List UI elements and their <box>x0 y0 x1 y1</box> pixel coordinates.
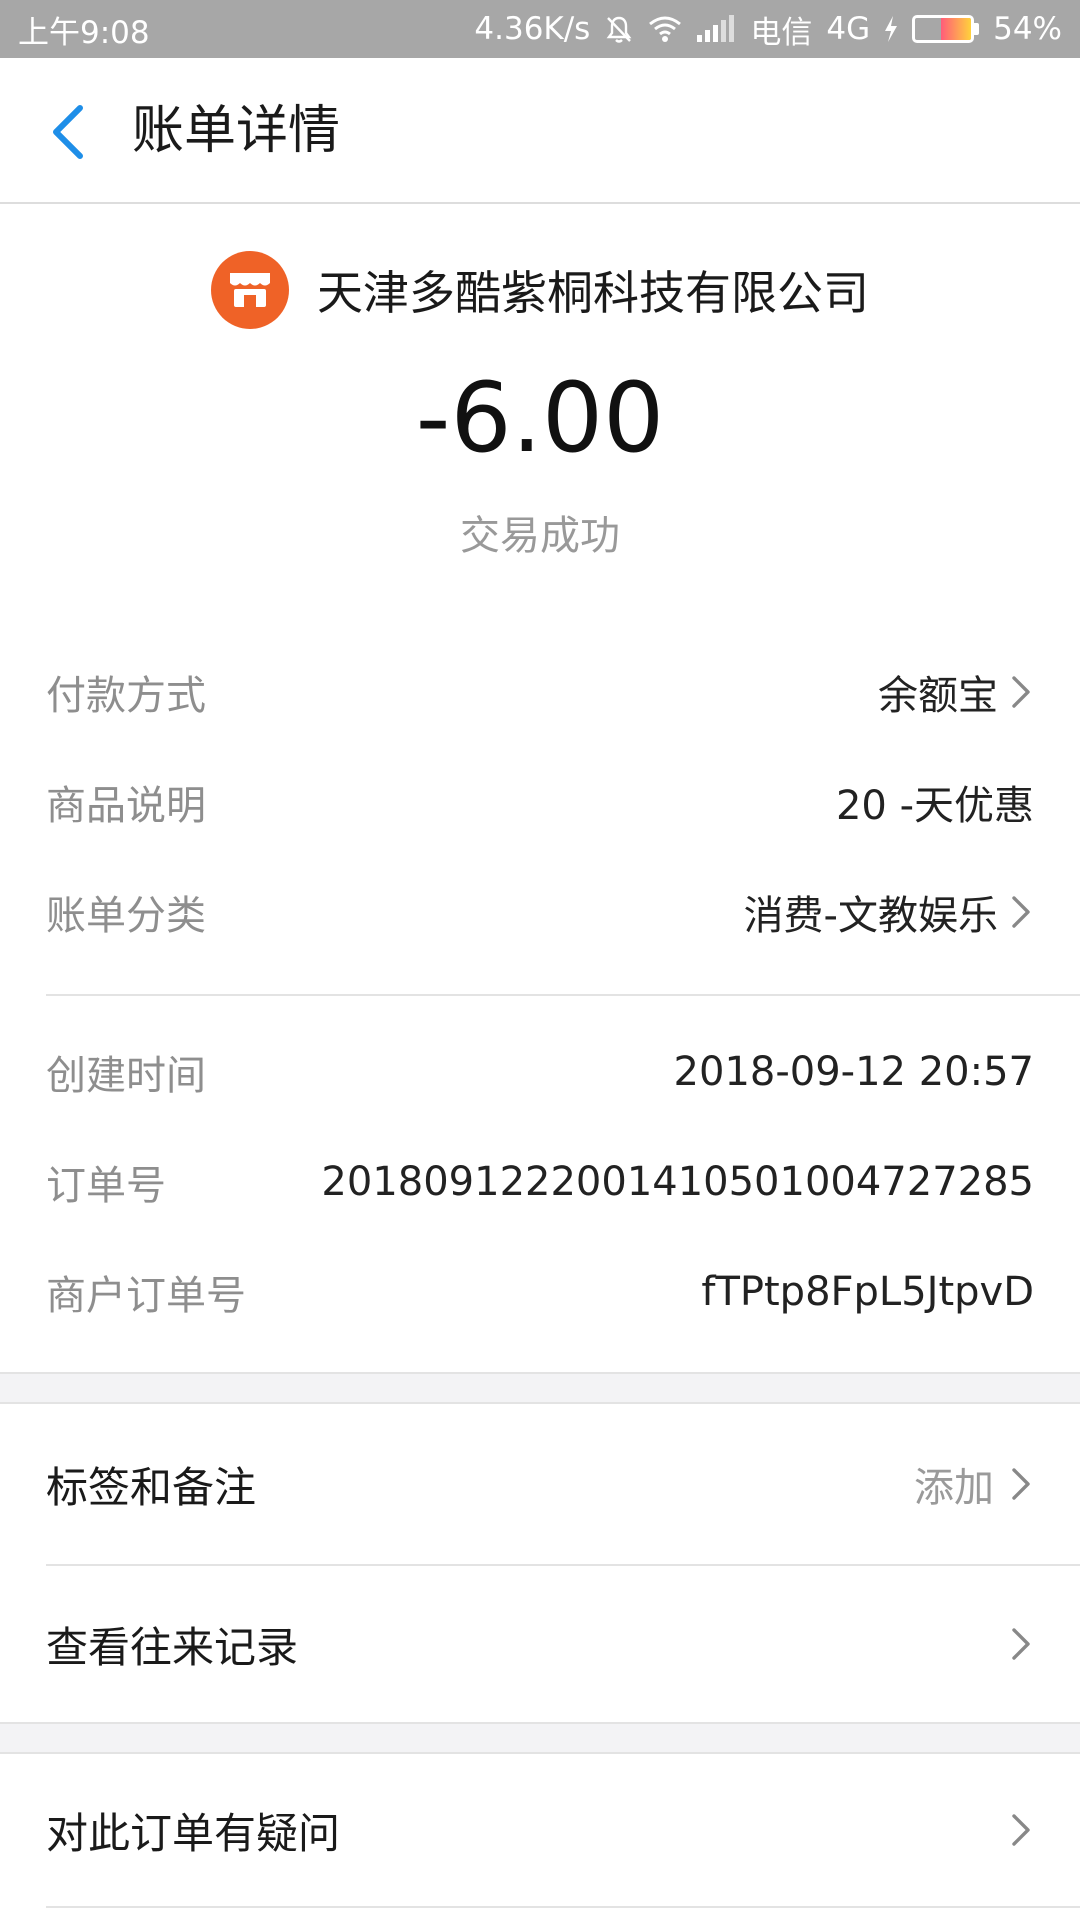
detail-value: 余额宝 <box>878 673 998 719</box>
divider <box>46 1906 1080 1908</box>
tags-and-notes-row[interactable]: 标签和备注 添加 <box>46 1434 1034 1534</box>
chevron-right-icon <box>1008 892 1034 932</box>
detail-value: 20 -天优惠 <box>835 783 1034 829</box>
detail-label: 商品说明 <box>46 783 206 829</box>
transaction-status: 交易成功 <box>460 513 620 559</box>
detail-label: 付款方式 <box>46 673 206 719</box>
transaction-amount: -6.00 <box>415 362 665 474</box>
detail-value: 2018-09-12 20:57 <box>673 1049 1034 1095</box>
status-time: 上午9:08 <box>18 14 150 51</box>
charging-bolt-icon <box>884 16 898 42</box>
detail-value: 消费-文教娱乐 <box>743 893 998 939</box>
battery-icon <box>912 15 980 43</box>
page-title: 账单详情 <box>132 101 341 161</box>
back-button[interactable] <box>40 100 96 164</box>
action-label: 查看往来记录 <box>46 1622 299 1672</box>
order-question-row[interactable]: 对此订单有疑问 <box>46 1780 1034 1880</box>
detail-row-bill-category[interactable]: 账单分类 消费-文教娱乐 <box>46 872 1034 952</box>
merchant-info: 天津多酷紫桐科技有限公司 <box>0 248 1080 332</box>
detail-row-created-time: 创建时间 2018-09-12 20:57 <box>46 1032 1034 1112</box>
signal-icon <box>696 15 736 43</box>
chevron-right-icon <box>1008 1624 1034 1664</box>
chevron-right-icon <box>1008 1464 1034 1504</box>
view-history-row[interactable]: 查看往来记录 <box>46 1594 1034 1694</box>
detail-row-payment-method[interactable]: 付款方式 余额宝 <box>46 652 1034 732</box>
action-label: 标签和备注 <box>46 1462 257 1512</box>
detail-row-order-number: 订单号 2018091222001410501004727285 <box>46 1142 1034 1222</box>
section-separator <box>0 1722 1080 1754</box>
detail-row-merchant-order-number: 商户订单号 fTPtp8FpL5JtpvD <box>46 1252 1034 1332</box>
status-bar: 上午9:08 4.36K/s 电信 4G 54% <box>0 0 1080 58</box>
chevron-right-icon <box>1008 1810 1034 1850</box>
chevron-left-icon <box>53 105 83 159</box>
wifi-icon <box>648 15 682 43</box>
divider <box>46 1564 1080 1566</box>
carrier-label: 电信 <box>750 14 813 51</box>
chevron-right-icon <box>1008 672 1034 712</box>
divider <box>46 994 1080 996</box>
battery-percent: 54% <box>993 11 1062 47</box>
store-icon <box>211 251 289 329</box>
detail-value: fTPtp8FpL5JtpvD <box>701 1269 1034 1315</box>
detail-label: 订单号 <box>46 1163 166 1209</box>
app-header: 账单详情 <box>0 58 1080 204</box>
detail-row-product-description: 商品说明 20 -天优惠 <box>46 762 1034 842</box>
network-speed: 4.36K/s <box>474 11 591 47</box>
merchant-name: 天津多酷紫桐科技有限公司 <box>317 266 869 320</box>
detail-label: 账单分类 <box>46 893 206 939</box>
network-type: 4G <box>826 11 871 47</box>
mute-bell-icon <box>604 14 634 44</box>
detail-label: 创建时间 <box>46 1053 206 1099</box>
section-separator <box>0 1372 1080 1404</box>
add-link[interactable]: 添加 <box>914 1455 994 1513</box>
detail-value: 2018091222001410501004727285 <box>321 1159 1034 1205</box>
action-label: 对此订单有疑问 <box>46 1808 341 1858</box>
detail-label: 商户订单号 <box>46 1273 246 1319</box>
